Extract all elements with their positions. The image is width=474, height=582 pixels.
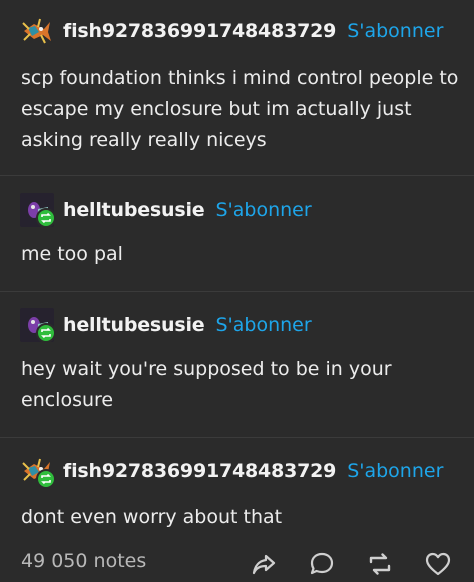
post-text: hey wait you're supposed to be in your e… — [21, 358, 392, 411]
post-header: fish927836991748483729 S'abonner — [20, 454, 443, 489]
susie-avatar-icon[interactable] — [20, 308, 56, 343]
post-text: dont even worry about that — [21, 506, 283, 528]
username[interactable]: helltubesusie — [63, 199, 205, 221]
like-icon[interactable] — [424, 550, 452, 578]
fish-avatar-icon[interactable] — [20, 14, 54, 48]
post-2: helltubesusie S'abonner me too pal — [0, 176, 474, 292]
susie-avatar-icon[interactable] — [20, 193, 56, 228]
follow-button[interactable]: S'abonner — [215, 314, 311, 336]
follow-button[interactable]: S'abonner — [347, 460, 443, 482]
post-3: helltubesusie S'abonner hey wait you're … — [0, 292, 474, 438]
reblog-badge-icon — [36, 208, 56, 228]
reblog-icon[interactable] — [366, 550, 394, 578]
follow-button[interactable]: S'abonner — [215, 199, 311, 221]
post-4: fish927836991748483729 S'abonner dont ev… — [0, 438, 474, 540]
post-header: helltubesusie S'abonner — [20, 193, 312, 228]
reblog-badge-icon — [36, 323, 56, 343]
username[interactable]: fish927836991748483729 — [63, 460, 336, 482]
post-1: fish927836991748483729 S'abonner scp fou… — [0, 0, 474, 176]
reblog-badge-icon — [36, 469, 56, 489]
post-text: scp foundation thinks i mind control peo… — [21, 67, 459, 151]
username[interactable]: helltubesusie — [63, 314, 205, 336]
fish-avatar-icon[interactable] — [20, 454, 56, 489]
username[interactable]: fish927836991748483729 — [63, 20, 336, 42]
follow-button[interactable]: S'abonner — [347, 20, 443, 42]
notes-count[interactable]: 49 050 notes — [21, 550, 146, 572]
share-icon[interactable] — [250, 550, 278, 578]
reply-icon[interactable] — [308, 550, 336, 578]
post-header: fish927836991748483729 S'abonner — [20, 14, 443, 48]
post-footer: 49 050 notes — [0, 540, 474, 578]
post-header: helltubesusie S'abonner — [20, 308, 312, 343]
post-text: me too pal — [21, 243, 123, 265]
